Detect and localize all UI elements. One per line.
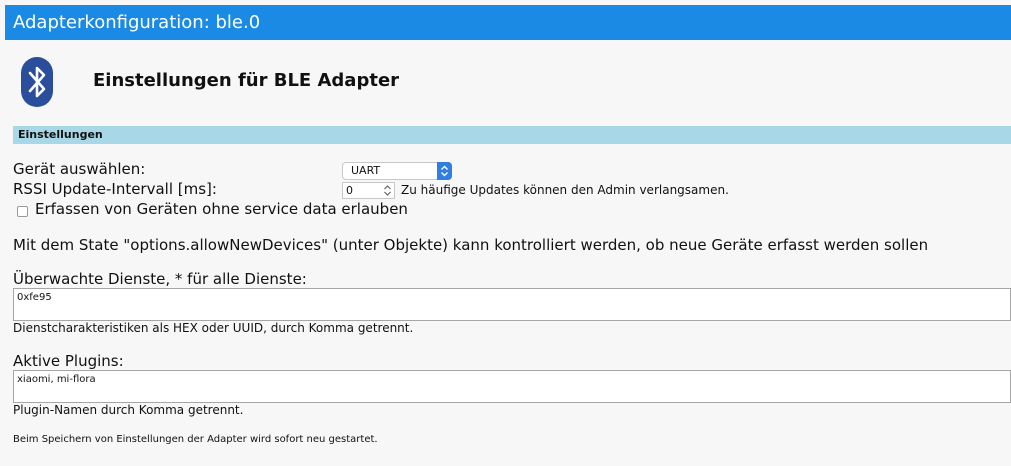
allow-no-service-data-label: Erfassen von Geräten ohne service data e… <box>35 200 408 218</box>
allow-no-service-data-checkbox[interactable] <box>17 206 28 217</box>
rssi-interval-value: 0 <box>346 184 353 197</box>
services-hint: Dienstcharakteristiken als HEX oder UUID… <box>13 321 414 335</box>
restart-note: Beim Speichern von Einstellungen der Ada… <box>13 434 378 445</box>
spinner-arrows-icon[interactable] <box>383 184 392 197</box>
bluetooth-icon <box>21 57 53 107</box>
services-input[interactable]: 0xfe95 <box>13 288 1011 321</box>
page-title: Einstellungen für BLE Adapter <box>93 70 400 91</box>
device-select[interactable]: UART <box>342 162 452 180</box>
plugins-input[interactable]: xiaomi, mi-flora <box>13 370 1011 403</box>
device-select-value: UART <box>351 164 381 177</box>
window-title: Adapterkonfiguration: ble.0 <box>5 5 1011 40</box>
rssi-interval-label: RSSI Update-Intervall [ms]: <box>13 180 217 198</box>
select-arrows-icon <box>437 162 452 180</box>
services-label: Überwachte Dienste, * für alle Dienste: <box>13 270 307 288</box>
rssi-interval-hint: Zu häufige Updates können den Admin verl… <box>401 183 729 197</box>
allow-new-devices-info: Mit dem State "options.allowNewDevices" … <box>13 236 929 254</box>
plugins-hint: Plugin-Namen durch Komma getrennt. <box>13 403 244 417</box>
section-header: Einstellungen <box>13 126 1011 144</box>
device-select-label: Gerät auswählen: <box>13 160 146 178</box>
rssi-interval-input[interactable]: 0 <box>342 182 395 199</box>
plugins-label: Aktive Plugins: <box>13 352 124 370</box>
